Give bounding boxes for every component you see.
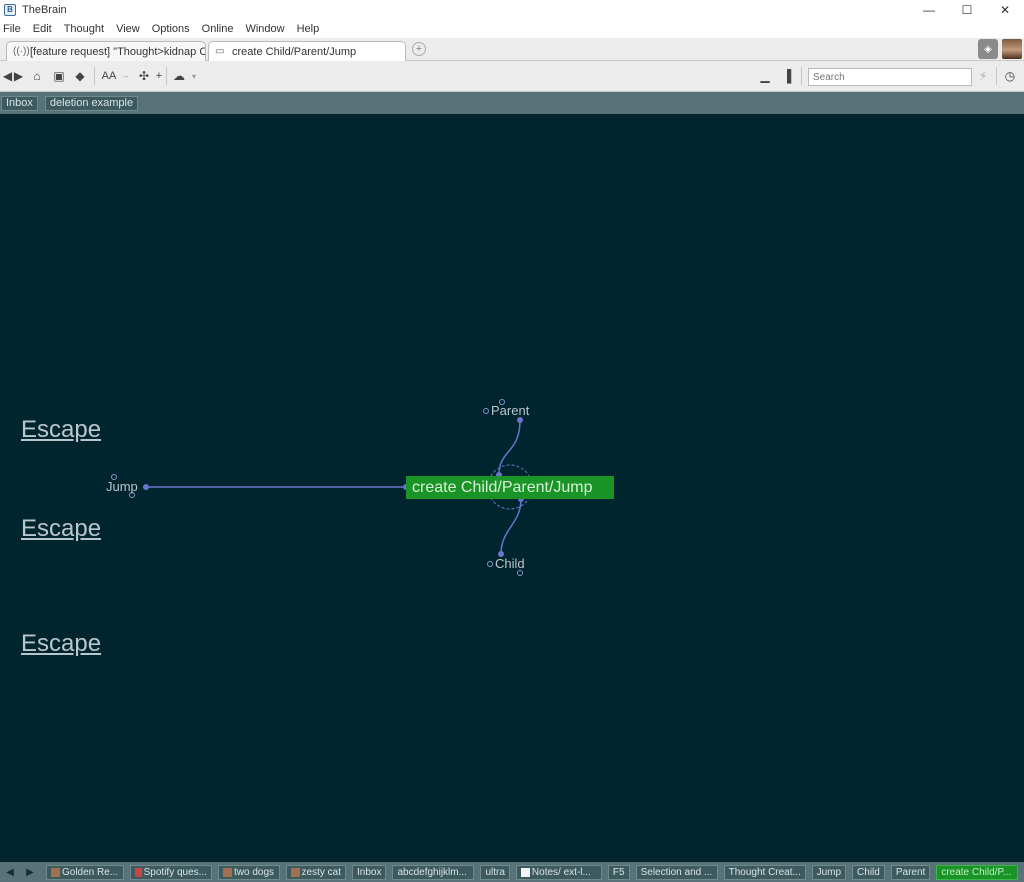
history-item[interactable]: Selection and ... [635, 864, 718, 880]
plex-layout-icon[interactable]: ✣ [136, 68, 152, 84]
pins-bar: Inbox deletion example [0, 92, 1024, 114]
menu-bar: File Edit Thought View Options Online Wi… [0, 19, 1024, 38]
user-area: ◈ [978, 39, 1022, 59]
app-title: TheBrain [22, 3, 67, 16]
photo-thumbnail-icon [51, 867, 60, 877]
history-item[interactable]: Spotify ques... [130, 864, 212, 880]
history-item[interactable]: Child [852, 864, 885, 880]
history-item[interactable]: Inbox [352, 864, 387, 880]
tab-label: [feature request] "Thought>kidnap C... [30, 45, 206, 58]
parent-small-circle [483, 408, 489, 414]
tab-bar: ((·)) [feature request] "Thought>kidnap … [0, 38, 1024, 61]
cloud-icon[interactable]: ☁ [171, 68, 187, 84]
toolbar-separator [801, 67, 802, 85]
history-forward-icon[interactable]: ▶ [20, 867, 40, 878]
lightning-icon[interactable]: ⚡ [976, 68, 990, 84]
history-item[interactable]: zesty cat [286, 864, 346, 880]
menu-edit[interactable]: Edit [33, 23, 52, 35]
history-item[interactable]: Golden Re... [46, 864, 124, 880]
photo-thumbnail-icon [135, 867, 142, 877]
history-item[interactable]: Parent [890, 864, 931, 880]
history-item[interactable]: two dogs [218, 864, 280, 880]
home-icon[interactable]: ⌂ [29, 68, 45, 84]
photo-thumbnail-icon [291, 867, 300, 877]
history-bar: ◀ ▶ Golden Re... Spotify ques... two dog… [0, 862, 1024, 882]
monitor-icon: ▭ [215, 46, 225, 57]
toolbar-separator [166, 67, 167, 85]
dropdown-arrow-icon[interactable]: – [122, 68, 130, 84]
broadcast-icon: ((·)) [13, 46, 30, 57]
history-back-icon[interactable]: ◀ [0, 867, 20, 878]
search-input[interactable] [808, 68, 972, 86]
toolbar-separator [996, 67, 997, 85]
avatar[interactable] [1002, 39, 1022, 59]
window-controls: — ☐ ✕ [910, 0, 1024, 19]
forward-icon[interactable]: ▶ [14, 68, 23, 84]
child-small-circle [517, 570, 523, 576]
jump-gate-dot[interactable] [143, 484, 149, 490]
child-small-circle [487, 561, 493, 567]
toolbar-separator [94, 67, 95, 85]
menu-help[interactable]: Help [297, 23, 320, 35]
photo-thumbnail-icon [223, 867, 232, 877]
history-item[interactable]: Thought Creat... [723, 864, 806, 880]
parent-link-line [498, 419, 521, 476]
chevron-down-icon[interactable]: ▾ [190, 68, 198, 84]
maximize-button[interactable]: ☐ [948, 0, 986, 19]
history-item[interactable]: Jump [811, 864, 847, 880]
layout-side-icon[interactable]: ▐ [780, 68, 794, 84]
history-item[interactable]: Notes/ ext-l... [515, 864, 602, 880]
tag-icon[interactable]: ◆ [73, 68, 87, 84]
plus-icon: + [415, 43, 423, 55]
font-size-button[interactable]: AA [100, 68, 118, 84]
minimize-button[interactable]: — [910, 0, 948, 19]
thebrain-logo-icon: B [4, 3, 16, 16]
menu-file[interactable]: File [3, 23, 21, 35]
thought-parent[interactable]: Parent [491, 403, 529, 418]
new-tab-button[interactable]: + [412, 42, 426, 56]
history-item[interactable]: F5 [607, 864, 630, 880]
pin-deletion-example[interactable]: deletion example [44, 95, 139, 111]
close-button[interactable]: ✕ [986, 0, 1024, 19]
thought-jump[interactable]: Jump [106, 479, 138, 494]
tab-feature-request[interactable]: ((·)) [feature request] "Thought>kidnap … [6, 41, 206, 61]
note-icon [520, 867, 530, 877]
toolbar: ◀ ▶ ⌂ ▣ ◆ AA – ✣ + ☁ ▾ ▁ ▐ ⚡ ◷ [0, 61, 1024, 92]
menu-view[interactable]: View [116, 23, 140, 35]
menu-window[interactable]: Window [245, 23, 284, 35]
title-bar: B TheBrain — ☐ ✕ [0, 0, 1024, 19]
cube-icon[interactable]: ◈ [978, 39, 998, 59]
plex-canvas[interactable]: Escape Escape Escape Parent Jump Child c… [0, 114, 1024, 862]
thought-child[interactable]: Child [495, 556, 525, 571]
active-thought[interactable]: create Child/Parent/Jump [406, 476, 614, 499]
menu-thought[interactable]: Thought [64, 23, 104, 35]
menu-online[interactable]: Online [202, 23, 234, 35]
menu-options[interactable]: Options [152, 23, 190, 35]
history-item-current[interactable]: create Child/P... [936, 864, 1019, 880]
back-icon[interactable]: ◀ [3, 68, 12, 84]
plus-icon[interactable]: + [154, 68, 164, 84]
escape-link-3[interactable]: Escape [21, 630, 101, 658]
history-item[interactable]: ultra [480, 864, 510, 880]
history-item[interactable]: abcdefghijklm... [392, 864, 475, 880]
layout-bottom-icon[interactable]: ▁ [758, 68, 772, 84]
tab-label: create Child/Parent/Jump [232, 45, 357, 58]
pin-inbox[interactable]: Inbox [1, 95, 38, 111]
tab-create-child-parent-jump[interactable]: ▭ create Child/Parent/Jump [208, 41, 406, 61]
escape-link-1[interactable]: Escape [21, 416, 101, 444]
clock-icon[interactable]: ◷ [1003, 68, 1017, 84]
escape-link-2[interactable]: Escape [21, 515, 101, 543]
image-icon[interactable]: ▣ [51, 68, 67, 84]
